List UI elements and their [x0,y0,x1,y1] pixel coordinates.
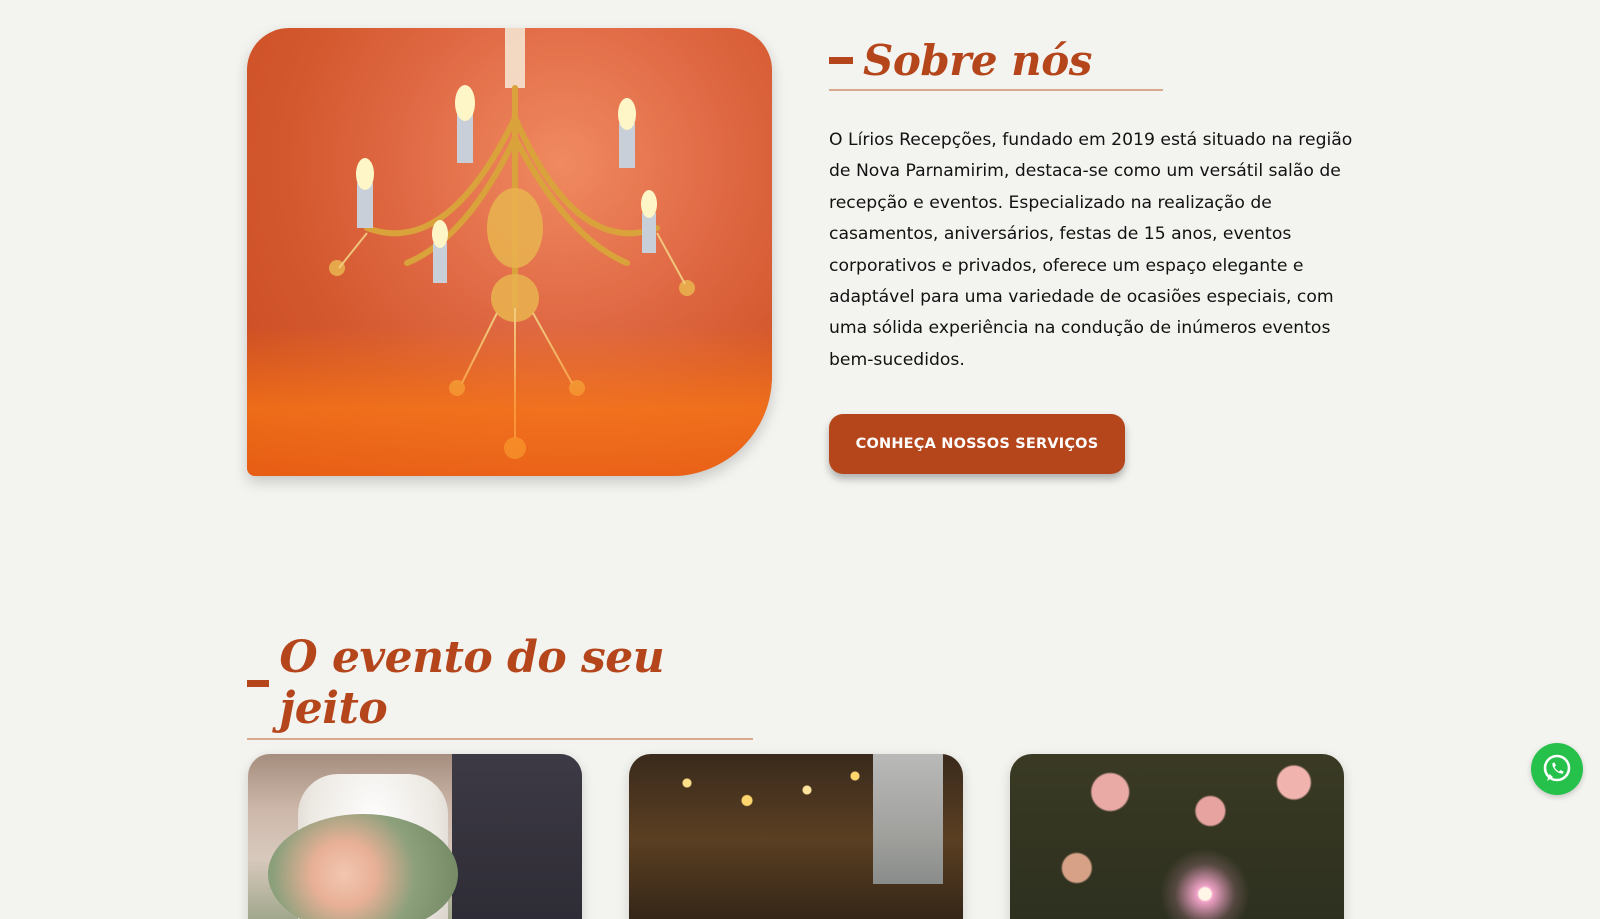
events-heading: O evento do seu jeito [247,632,753,740]
whatsapp-button[interactable] [1531,743,1583,795]
about-section: Sobre nós O Lírios Recepções, fundado em… [247,28,1357,478]
sparkler-photo-icon [1160,849,1250,919]
events-title-text: O evento do seu jeito [279,632,665,734]
event-card-party[interactable] [629,754,963,919]
party-celebration-photo-icon [639,762,879,832]
event-cards [248,754,1348,919]
about-text-block: Sobre nós O Lírios Recepções, fundado em… [829,28,1369,376]
event-card-wedding[interactable] [248,754,582,919]
whatsapp-icon [1543,754,1571,782]
about-paragraph: O Lírios Recepções, fundado em 2019 está… [829,130,1353,370]
event-card-celebration[interactable] [1010,754,1344,919]
title-dash-decoration [829,57,853,64]
about-heading: Sobre nós [829,36,1163,91]
about-title-text: Sobre nós [863,36,1092,85]
chandelier-image [247,28,772,476]
title-dash-decoration [247,679,270,687]
services-cta-button[interactable]: CONHEÇA NOSSOS SERVIÇOS [829,414,1125,474]
